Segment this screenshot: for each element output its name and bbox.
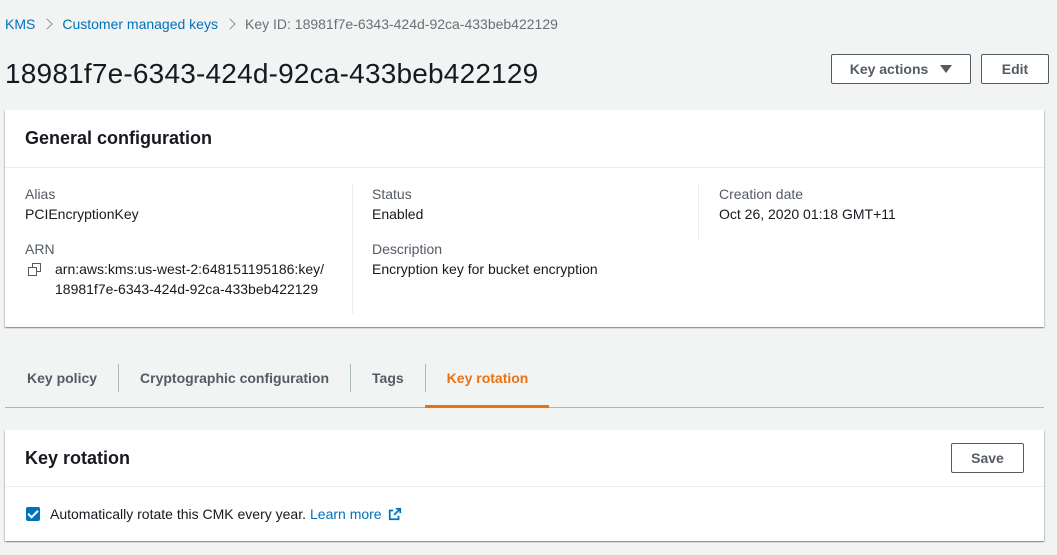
auto-rotate-checkbox[interactable]	[26, 507, 40, 521]
breadcrumb-customer-managed-keys-link[interactable]: Customer managed keys	[62, 14, 218, 34]
tab-key-policy[interactable]: Key policy	[5, 348, 118, 407]
column-alias-arn: Alias PCIEncryptionKey ARN arn:aws:kms:u…	[25, 184, 352, 314]
tab-cryptographic-configuration[interactable]: Cryptographic configuration	[118, 348, 350, 407]
chevron-right-icon	[224, 18, 236, 30]
learn-more-label: Learn more	[310, 506, 382, 522]
key-detail-tabs: Key policy Cryptographic configuration T…	[5, 348, 1044, 408]
description-field: Description Encryption key for bucket en…	[372, 239, 698, 279]
alias-value: PCIEncryptionKey	[25, 206, 139, 222]
page-title: 18981f7e-6343-424d-92ca-433beb422129	[5, 58, 539, 89]
edit-button[interactable]: Edit	[981, 54, 1049, 84]
external-link-icon	[388, 507, 401, 521]
arn-row: arn:aws:kms:us-west-2:648151195186:key/ …	[25, 259, 352, 299]
status-value: Enabled	[372, 206, 424, 222]
general-configuration-title: General configuration	[25, 128, 213, 148]
edit-label: Edit	[1001, 61, 1029, 77]
chevron-right-icon	[41, 18, 54, 30]
key-rotation-header: Key rotation	[5, 430, 1044, 487]
description-label: Description	[372, 241, 443, 257]
status-field: Status Enabled	[372, 184, 698, 224]
kms-key-detail-page: KMS Customer managed keys Key ID: 18981f…	[0, 0, 1057, 555]
key-actions-button[interactable]: Key actions	[831, 54, 971, 84]
auto-rotate-label: Automatically rotate this CMK every year…	[50, 506, 306, 522]
arn-field: ARN arn:aws:kms:us-west-2:648151195186:k…	[25, 239, 352, 299]
description-value: Encryption key for bucket encryption	[372, 261, 598, 277]
breadcrumb: KMS Customer managed keys Key ID: 18981f…	[5, 14, 558, 34]
learn-more-link[interactable]: Learn more	[310, 506, 402, 522]
creation-date-field: Creation date Oct 26, 2020 01:18 GMT+11	[719, 184, 1039, 224]
alias-label: Alias	[25, 186, 56, 202]
caret-down-icon	[940, 65, 953, 73]
creation-date-label: Creation date	[719, 186, 804, 202]
column-creation-date: Creation date Oct 26, 2020 01:18 GMT+11	[719, 184, 1039, 239]
breadcrumb-current: Key ID: 18981f7e-6343-424d-92ca-433beb42…	[244, 16, 558, 32]
general-configuration-panel: General configuration Alias PCIEncryptio…	[5, 110, 1044, 327]
key-rotation-panel: Key rotation Save Automatically rotate t…	[5, 430, 1044, 541]
tab-tags[interactable]: Tags	[350, 348, 425, 407]
key-rotation-body: Automatically rotate this CMK every year…	[5, 487, 1044, 541]
key-rotation-title: Key rotation	[25, 447, 131, 468]
tab-key-rotation[interactable]: Key rotation	[424, 348, 550, 408]
save-button[interactable]: Save	[951, 443, 1024, 473]
key-actions-label: Key actions	[849, 61, 929, 77]
breadcrumb-kms-link[interactable]: KMS	[5, 14, 35, 34]
general-configuration-header: General configuration	[5, 110, 1044, 168]
general-configuration-body: Alias PCIEncryptionKey ARN arn:aws:kms:u…	[5, 168, 1044, 327]
column-divider	[698, 184, 699, 240]
arn-value-line1: arn:aws:kms:us-west-2:648151195186:key/	[55, 261, 324, 277]
save-label: Save	[971, 450, 1004, 466]
column-divider	[352, 184, 353, 314]
arn-value-line2: 18981f7e-6343-424d-92ca-433beb422129	[55, 281, 319, 297]
arn-label: ARN	[25, 241, 55, 257]
creation-date-value: Oct 26, 2020 01:18 GMT+11	[719, 206, 896, 222]
arn-value: arn:aws:kms:us-west-2:648151195186:key/ …	[55, 259, 324, 299]
status-label: Status	[372, 186, 412, 202]
alias-field: Alias PCIEncryptionKey	[25, 184, 352, 224]
copy-icon[interactable]	[28, 263, 42, 277]
column-status-description: Status Enabled Description Encryption ke…	[372, 184, 698, 294]
